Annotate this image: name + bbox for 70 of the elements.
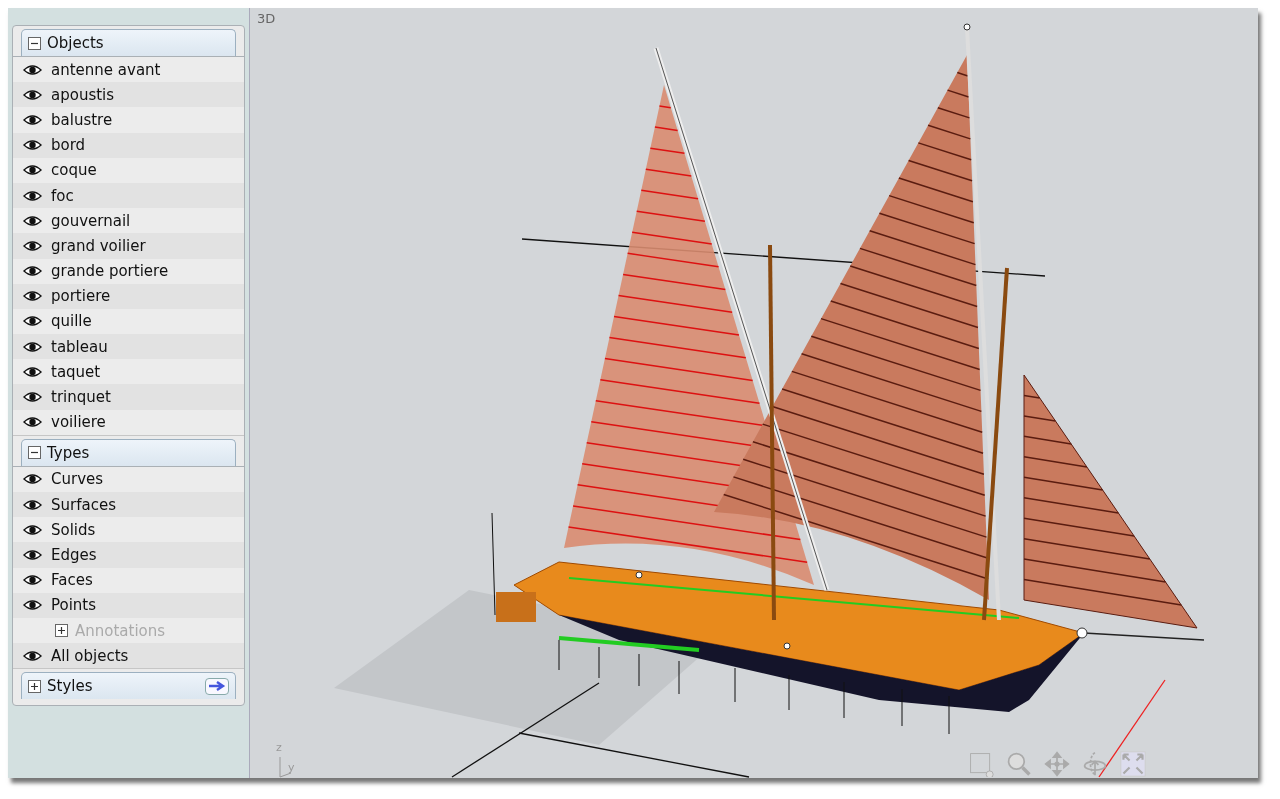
collapse-icon[interactable] [28, 36, 41, 50]
layer-item[interactable]: portiere [13, 283, 244, 309]
axis-label: y [288, 761, 295, 774]
viewport-label: 3D [257, 11, 276, 26]
layer-item[interactable]: bord [13, 132, 244, 158]
layer-label: Points [51, 596, 97, 615]
layer-item[interactable]: foc [13, 182, 244, 209]
layer-label: portiere [51, 287, 111, 306]
layer-label: Edges [51, 545, 97, 564]
layer-label: tableau [51, 337, 108, 356]
layer-label: All objects [51, 646, 129, 665]
eye-icon[interactable] [23, 498, 42, 511]
axis-label: z [276, 741, 282, 754]
eye-icon[interactable] [23, 239, 42, 252]
axis-icon [277, 757, 293, 779]
layer-label: bord [51, 136, 86, 155]
layer-item[interactable]: grand voilier [13, 233, 244, 259]
eye-icon[interactable] [23, 599, 42, 612]
section-header[interactable]: Styles [21, 672, 236, 700]
layer-item[interactable]: apoustis [13, 82, 244, 108]
layer-label: quille [51, 312, 92, 331]
layer-label: gouvernail [51, 211, 131, 230]
section-title: Objects [47, 34, 105, 52]
expand-icon[interactable] [28, 679, 41, 693]
section-title: Styles [47, 677, 94, 696]
eye-icon[interactable] [23, 340, 42, 353]
layer-item[interactable]: tableau [13, 334, 244, 360]
layer-item[interactable]: Surfaces [13, 492, 244, 518]
eye-icon[interactable] [23, 265, 42, 278]
eye-icon[interactable] [23, 574, 42, 587]
eye-icon[interactable] [23, 189, 42, 202]
eye-icon[interactable] [23, 365, 42, 378]
layer-label: foc [51, 186, 74, 205]
eye-icon[interactable] [23, 473, 42, 486]
layer-item[interactable]: trinquet [13, 384, 244, 410]
arrow-button[interactable] [205, 677, 229, 695]
eye-icon[interactable] [23, 649, 42, 662]
layer-label: Solids [51, 520, 96, 539]
layer-label: Surfaces [51, 495, 116, 514]
layer-item[interactable]: Points [13, 592, 244, 618]
eye-icon[interactable] [23, 113, 42, 126]
layer-label: Curves [51, 470, 104, 489]
layer-label: grand voilier [51, 236, 146, 255]
layer-label: coque [51, 161, 97, 180]
layer-label: voiliere [51, 413, 106, 432]
layer-label: Faces [51, 571, 93, 590]
eye-icon[interactable] [23, 214, 42, 227]
section-header[interactable]: Objects [21, 29, 236, 56]
eye-icon[interactable] [23, 290, 42, 303]
eye-icon[interactable] [23, 391, 42, 404]
layer-label: trinquet [51, 388, 111, 407]
eye-icon[interactable] [23, 164, 42, 177]
layer-label: grande portiere [51, 262, 169, 281]
eye-icon[interactable] [23, 139, 42, 152]
section-header[interactable]: Types [21, 438, 236, 466]
layer-label: taquet [51, 362, 101, 381]
layer-label: balustre [51, 110, 113, 129]
eye-icon[interactable] [23, 315, 42, 328]
group-label: Annotations [75, 621, 166, 640]
eye-icon[interactable] [23, 63, 42, 76]
eye-icon[interactable] [23, 416, 42, 429]
eye-icon[interactable] [23, 548, 42, 561]
layer-item[interactable]: All objects [13, 643, 244, 669]
layer-item[interactable]: Edges [13, 542, 244, 568]
collapse-icon[interactable] [28, 446, 41, 460]
layer-label: apoustis [51, 85, 115, 104]
eye-icon[interactable] [23, 88, 42, 101]
section-title: Types [47, 443, 91, 462]
eye-icon[interactable] [23, 523, 42, 536]
layer-label: antenne avant [51, 60, 161, 79]
